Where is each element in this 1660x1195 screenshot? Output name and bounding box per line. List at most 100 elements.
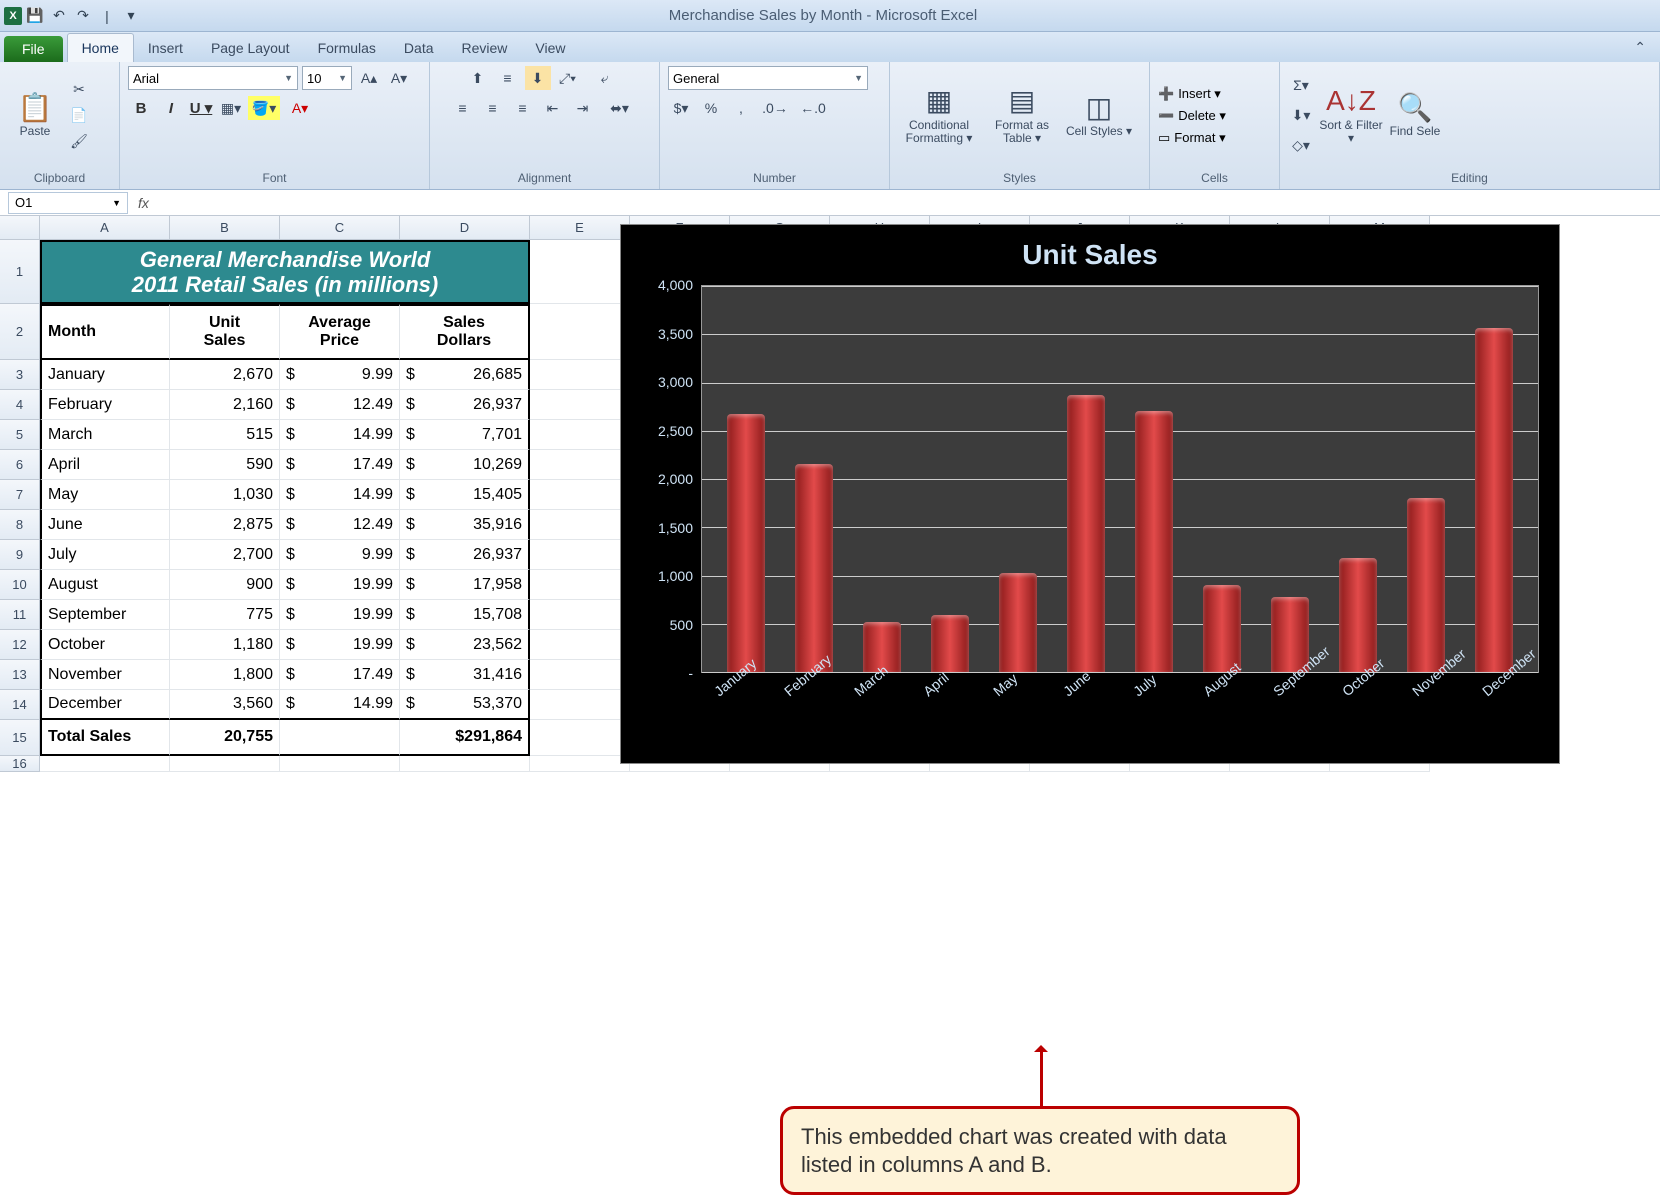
file-tab[interactable]: File — [4, 36, 63, 62]
increase-decimal-icon[interactable]: .0→ — [758, 96, 792, 120]
cell-unit-sales[interactable]: 2,700 — [170, 540, 280, 570]
cell-month[interactable]: November — [40, 660, 170, 690]
align-center-icon[interactable]: ≡ — [480, 96, 506, 120]
embedded-chart[interactable]: Unit Sales -5001,0001,5002,0002,5003,000… — [620, 224, 1560, 764]
cell-month[interactable]: August — [40, 570, 170, 600]
cell-avg-price[interactable]: $14.99 — [280, 480, 400, 510]
cell-unit-sales[interactable]: 2,670 — [170, 360, 280, 390]
cell-sales-dollars[interactable]: $35,916 — [400, 510, 530, 540]
select-all-corner[interactable] — [0, 216, 40, 240]
cell-total-label[interactable]: Total Sales — [40, 720, 170, 756]
tab-home[interactable]: Home — [67, 33, 134, 62]
align-left-icon[interactable]: ≡ — [450, 96, 476, 120]
cell-month[interactable]: January — [40, 360, 170, 390]
chart-bar[interactable] — [1339, 558, 1377, 672]
cell[interactable] — [530, 720, 630, 756]
cell-sales-dollars[interactable]: $26,685 — [400, 360, 530, 390]
percent-format-icon[interactable]: % — [698, 96, 724, 120]
cell[interactable] — [530, 600, 630, 630]
row-header[interactable]: 9 — [0, 540, 40, 570]
cell-avg-price[interactable]: $17.49 — [280, 660, 400, 690]
row-header[interactable]: 8 — [0, 510, 40, 540]
row-header[interactable]: 5 — [0, 420, 40, 450]
cell-avg-price[interactable]: $14.99 — [280, 690, 400, 720]
merge-center-icon[interactable]: ⬌▾ — [600, 96, 640, 120]
font-name-combo[interactable]: Arial▼ — [128, 66, 298, 90]
col-header[interactable]: E — [530, 216, 630, 240]
cell-month[interactable]: September — [40, 600, 170, 630]
redo-icon[interactable]: ↷ — [72, 5, 94, 27]
increase-indent-icon[interactable]: ⇥ — [570, 96, 596, 120]
save-icon[interactable]: 💾 — [24, 5, 46, 27]
borders-icon[interactable]: ▦▾ — [218, 96, 244, 120]
cell-sales-dollars[interactable]: $17,958 — [400, 570, 530, 600]
tab-review[interactable]: Review — [448, 34, 522, 62]
cell-month[interactable]: June — [40, 510, 170, 540]
cell[interactable] — [280, 756, 400, 772]
cell-sales-dollars[interactable]: $53,370 — [400, 690, 530, 720]
delete-cells-button[interactable]: Delete ▾ — [1178, 108, 1226, 124]
cell-unit-sales[interactable]: 2,160 — [170, 390, 280, 420]
cell-total-units[interactable]: 20,755 — [170, 720, 280, 756]
cell-sales-dollars[interactable]: $10,269 — [400, 450, 530, 480]
row-header[interactable]: 10 — [0, 570, 40, 600]
grow-font-icon[interactable]: A▴ — [356, 66, 382, 90]
cell-avg-price[interactable]: $19.99 — [280, 600, 400, 630]
cell-unit-sales[interactable]: 590 — [170, 450, 280, 480]
cell-unit-sales[interactable]: 1,800 — [170, 660, 280, 690]
chart-bar[interactable] — [795, 464, 833, 672]
cell-avg-price[interactable]: $19.99 — [280, 630, 400, 660]
cell-sales-dollars[interactable]: $26,937 — [400, 390, 530, 420]
conditional-formatting-button[interactable]: ▦Conditional Formatting ▾ — [898, 76, 980, 156]
format-painter-icon[interactable]: 🖌 — [66, 130, 92, 154]
cell-sales-dollars[interactable]: $7,701 — [400, 420, 530, 450]
cell-unit-sales[interactable]: 3,560 — [170, 690, 280, 720]
row-header[interactable]: 14 — [0, 690, 40, 720]
cell[interactable] — [280, 720, 400, 756]
align-bottom-icon[interactable]: ⬇ — [525, 66, 551, 90]
cell-sales-dollars[interactable]: $31,416 — [400, 660, 530, 690]
cut-icon[interactable]: ✂ — [66, 78, 92, 102]
comma-format-icon[interactable]: , — [728, 96, 754, 120]
cell-total-sales[interactable]: $291,864 — [400, 720, 530, 756]
cell-sales-dollars[interactable]: $15,405 — [400, 480, 530, 510]
row-header[interactable]: 15 — [0, 720, 40, 756]
cell-sales-dollars[interactable]: $23,562 — [400, 630, 530, 660]
bold-button[interactable]: B — [128, 96, 154, 120]
cell-sales-dollars[interactable]: $26,937 — [400, 540, 530, 570]
row-header[interactable]: 4 — [0, 390, 40, 420]
row-header[interactable]: 1 — [0, 240, 40, 304]
align-right-icon[interactable]: ≡ — [510, 96, 536, 120]
header-unit-sales[interactable]: UnitSales — [170, 304, 280, 360]
cell[interactable] — [530, 510, 630, 540]
tab-page-layout[interactable]: Page Layout — [197, 34, 304, 62]
cell-unit-sales[interactable]: 900 — [170, 570, 280, 600]
cell[interactable] — [530, 630, 630, 660]
cell-unit-sales[interactable]: 515 — [170, 420, 280, 450]
fx-icon[interactable]: fx — [138, 195, 149, 211]
cell[interactable] — [530, 540, 630, 570]
insert-cells-button[interactable]: Insert ▾ — [1178, 86, 1221, 102]
cell-styles-button[interactable]: ◫Cell Styles ▾ — [1064, 76, 1134, 156]
chart-bar[interactable] — [1407, 498, 1445, 672]
wrap-text-icon[interactable]: ⤶ — [585, 66, 625, 90]
cell-avg-price[interactable]: $9.99 — [280, 360, 400, 390]
col-header[interactable]: D — [400, 216, 530, 240]
autosum-icon[interactable]: Σ▾ — [1288, 74, 1314, 98]
cell-avg-price[interactable]: $12.49 — [280, 510, 400, 540]
cell[interactable] — [530, 360, 630, 390]
chart-bar[interactable] — [1475, 328, 1513, 672]
cell-month[interactable]: October — [40, 630, 170, 660]
row-header[interactable]: 3 — [0, 360, 40, 390]
shrink-font-icon[interactable]: A▾ — [386, 66, 412, 90]
cell-month[interactable]: July — [40, 540, 170, 570]
col-header[interactable]: B — [170, 216, 280, 240]
cell[interactable] — [530, 420, 630, 450]
decrease-indent-icon[interactable]: ⇤ — [540, 96, 566, 120]
undo-icon[interactable]: ↶ — [48, 5, 70, 27]
cell-unit-sales[interactable]: 1,030 — [170, 480, 280, 510]
name-box[interactable]: O1▼ — [8, 192, 128, 214]
chart-bar[interactable] — [727, 414, 765, 672]
cell-avg-price[interactable]: $9.99 — [280, 540, 400, 570]
tab-view[interactable]: View — [521, 34, 579, 62]
